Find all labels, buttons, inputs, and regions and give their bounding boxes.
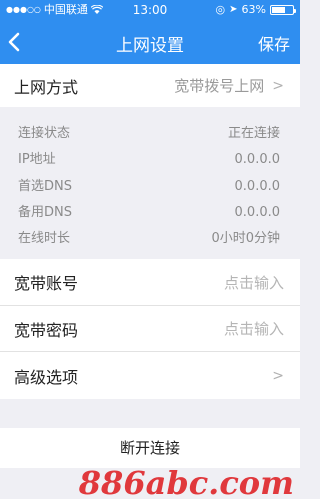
password-label: 宽带密码 bbox=[14, 320, 79, 340]
info-key: 在线时长 bbox=[18, 231, 71, 246]
password-input[interactable]: 点击输入 bbox=[224, 318, 284, 339]
chevron-right-icon: > bbox=[272, 367, 284, 384]
info-value: 0.0.0.0 bbox=[234, 205, 280, 220]
connection-type-value-group: 宽带拨号上网 > bbox=[174, 75, 284, 96]
info-value: 正在连接 bbox=[227, 126, 280, 141]
status-bar: ●●●○○ 中国联通 13:00 ◎ ➤ 63% bbox=[0, 0, 300, 20]
page-title: 上网设置 bbox=[116, 36, 184, 56]
battery-fill bbox=[272, 7, 285, 13]
info-row-online-duration: 在线时长 0小时0分钟 bbox=[0, 226, 300, 252]
location-arrow-icon: ➤ bbox=[229, 4, 238, 15]
info-row-primary-dns: 首选DNS 0.0.0.0 bbox=[0, 174, 300, 200]
info-value: 0.0.0.0 bbox=[234, 179, 280, 194]
battery-icon bbox=[270, 5, 296, 15]
info-key: 首选DNS bbox=[18, 179, 72, 194]
info-value: 0.0.0.0 bbox=[234, 152, 280, 167]
disconnect-button[interactable]: 断开连接 bbox=[0, 428, 300, 468]
lock-rotation-icon: ◎ bbox=[215, 3, 226, 16]
chevron-right-icon: > bbox=[272, 77, 284, 94]
info-key: IP地址 bbox=[18, 152, 56, 167]
connection-type-row[interactable]: 上网方式 宽带拨号上网 > bbox=[0, 64, 300, 107]
info-row-ip-address: IP地址 0.0.0.0 bbox=[0, 147, 300, 173]
advanced-options-label: 高级选项 bbox=[14, 367, 79, 387]
account-row[interactable]: 宽带账号 点击输入 bbox=[0, 259, 300, 305]
header-bar: ●●●○○ 中国联通 13:00 ◎ ➤ 63% 上网设置 保存 bbox=[0, 0, 300, 64]
info-value: 0小时0分钟 bbox=[211, 231, 280, 246]
account-input[interactable]: 点击输入 bbox=[224, 272, 284, 293]
save-button[interactable]: 保存 bbox=[258, 31, 290, 55]
status-info-panel: 连接状态 正在连接 IP地址 0.0.0.0 首选DNS 0.0.0.0 备用D… bbox=[0, 107, 300, 259]
status-right: ◎ ➤ 63% bbox=[215, 0, 296, 20]
info-key: 备用DNS bbox=[18, 205, 72, 220]
advanced-options-chevron-group: > bbox=[272, 368, 284, 384]
battery-percent: 63% bbox=[241, 3, 266, 16]
info-row-secondary-dns: 备用DNS 0.0.0.0 bbox=[0, 200, 300, 226]
info-row-connection-status: 连接状态 正在连接 bbox=[0, 121, 300, 147]
connection-type-value: 宽带拨号上网 bbox=[174, 77, 265, 95]
account-label: 宽带账号 bbox=[14, 274, 79, 293]
connection-type-label: 上网方式 bbox=[14, 77, 79, 97]
navigation-bar: 上网设置 保存 bbox=[0, 20, 300, 64]
info-key: 连接状态 bbox=[18, 126, 71, 141]
watermark-logo: 886abc.com bbox=[78, 464, 294, 499]
advanced-options-row[interactable]: 高级选项 > bbox=[0, 352, 300, 399]
password-row[interactable]: 宽带密码 点击输入 bbox=[0, 306, 300, 351]
